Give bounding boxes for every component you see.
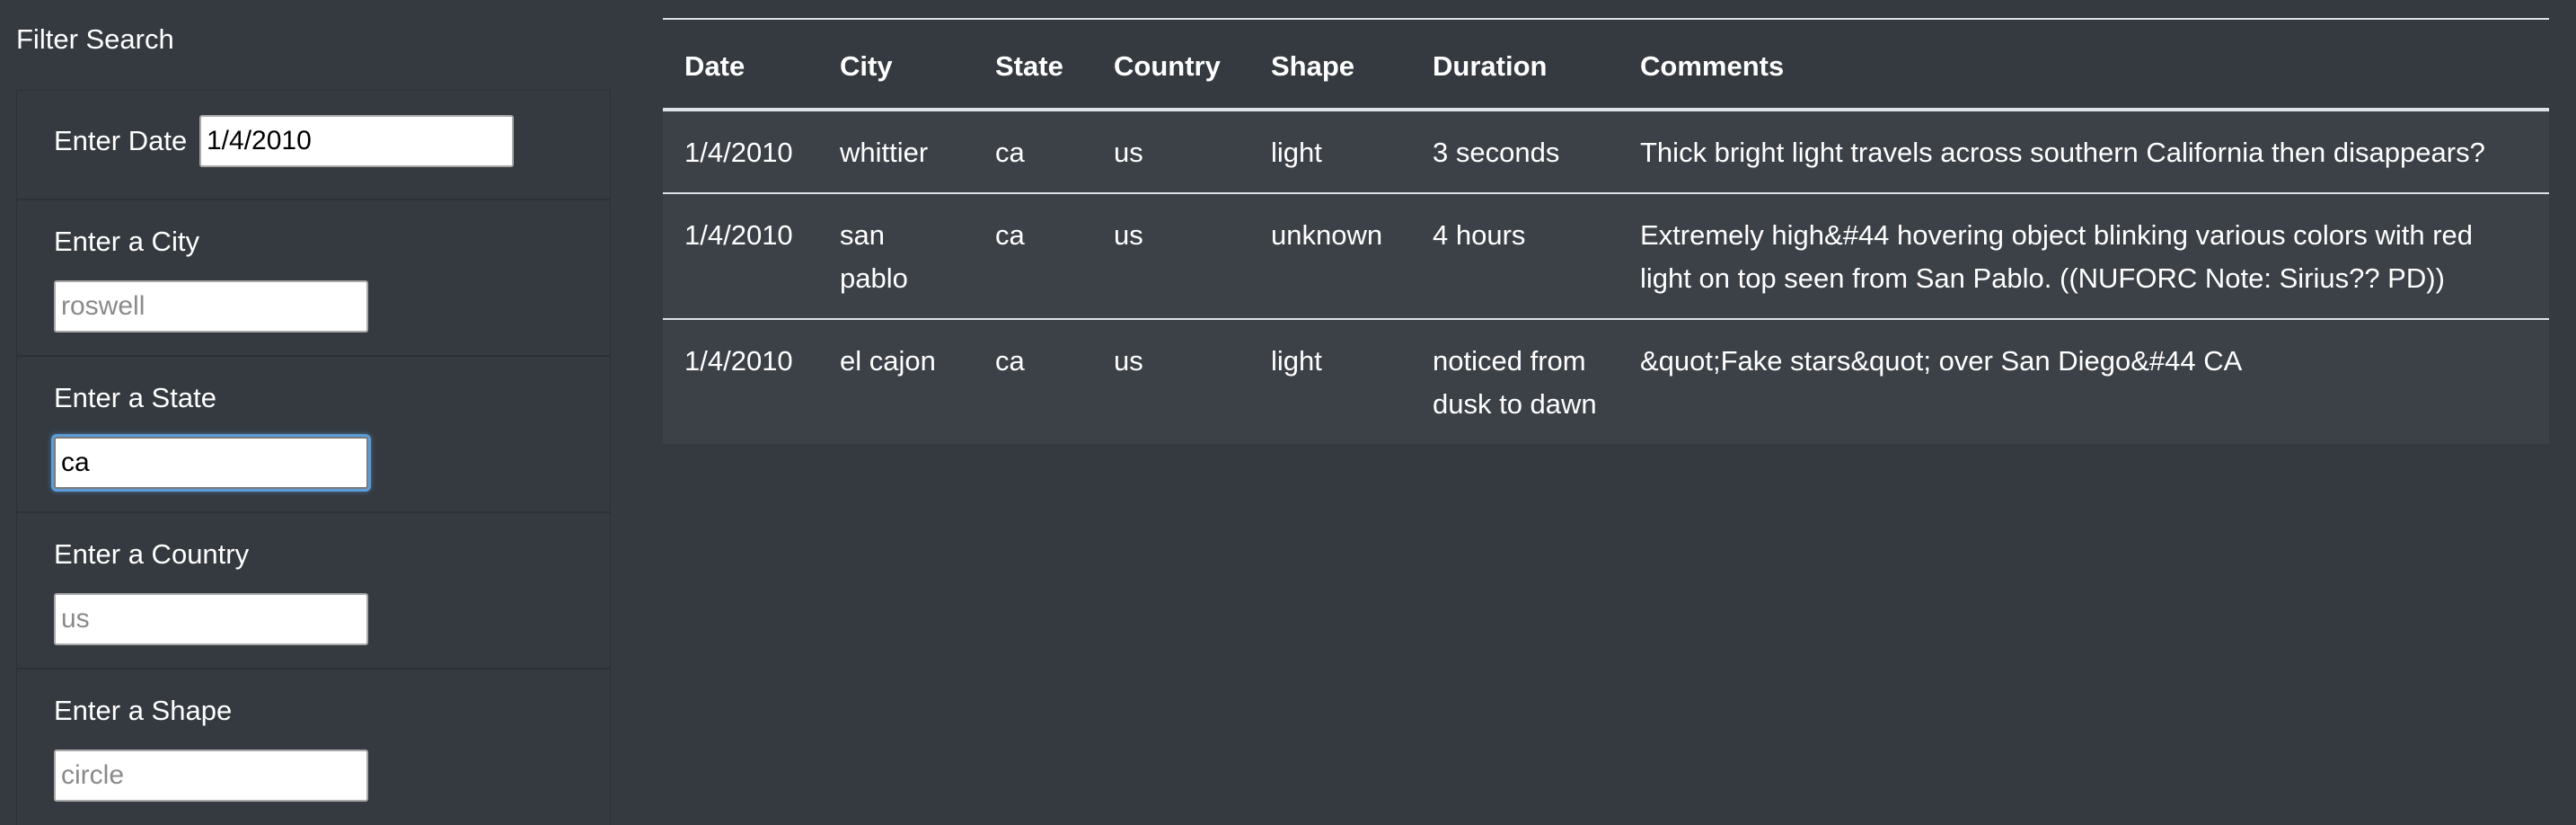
table-row: 1/4/2010 whittier ca us light 3 seconds … <box>663 110 2549 193</box>
date-input[interactable] <box>199 115 514 167</box>
results-table-container: Date City State Country Shape Duration C… <box>663 18 2549 444</box>
cell-shape: light <box>1249 110 1411 193</box>
cell-state: ca <box>974 110 1092 193</box>
header-city: City <box>818 18 974 111</box>
filter-date: Enter Date <box>17 91 610 200</box>
filter-shape: Enter a Shape <box>17 670 610 825</box>
cell-duration: 4 hours <box>1411 192 1619 319</box>
cell-country: us <box>1092 110 1249 193</box>
filter-state: Enter a State <box>17 357 610 513</box>
filter-country: Enter a Country <box>17 513 610 670</box>
cell-shape: light <box>1249 318 1411 444</box>
table-row: 1/4/2010 el cajon ca us light noticed fr… <box>663 318 2549 444</box>
header-comments: Comments <box>1619 18 2549 111</box>
header-shape: Shape <box>1249 18 1411 111</box>
cell-date: 1/4/2010 <box>663 318 818 444</box>
cell-shape: unknown <box>1249 192 1411 319</box>
cell-city: san pablo <box>818 192 974 319</box>
filter-country-label: Enter a Country <box>54 538 250 570</box>
header-country: Country <box>1092 18 1249 111</box>
filter-sidebar: Filter Search Enter Date Enter a City En… <box>0 0 629 825</box>
filter-state-label: Enter a State <box>54 382 216 413</box>
cell-country: us <box>1092 192 1249 319</box>
filter-city: Enter a City <box>17 200 610 357</box>
cell-comments: Extremely high&#44 hovering object blink… <box>1619 192 2549 319</box>
cell-comments: &quot;Fake stars&quot; over San Diego&#4… <box>1619 318 2549 444</box>
shape-input[interactable] <box>54 750 368 802</box>
filter-list: Enter Date Enter a City Enter a State En… <box>16 90 611 825</box>
cell-date: 1/4/2010 <box>663 192 818 319</box>
ufo-sightings-table: Date City State Country Shape Duration C… <box>663 18 2549 444</box>
cell-state: ca <box>974 192 1092 319</box>
table-header: Date City State Country Shape Duration C… <box>663 18 2549 111</box>
cell-city: el cajon <box>818 318 974 444</box>
sidebar-title: Filter Search <box>16 23 174 55</box>
filter-city-label: Enter a City <box>54 226 199 257</box>
header-state: State <box>974 18 1092 111</box>
cell-country: us <box>1092 318 1249 444</box>
filter-date-label: Enter Date <box>54 125 188 156</box>
cell-date: 1/4/2010 <box>663 110 818 193</box>
page: Filter Search Enter Date Enter a City En… <box>0 0 2576 825</box>
table-body: 1/4/2010 whittier ca us light 3 seconds … <box>663 110 2549 444</box>
header-duration: Duration <box>1411 18 1619 111</box>
cell-duration: 3 seconds <box>1411 110 1619 193</box>
filter-shape-label: Enter a Shape <box>54 695 233 726</box>
state-input[interactable] <box>54 437 368 489</box>
header-date: Date <box>663 18 818 111</box>
city-input[interactable] <box>54 280 368 333</box>
cell-comments: Thick bright light travels across southe… <box>1619 110 2549 193</box>
country-input[interactable] <box>54 593 368 645</box>
cell-state: ca <box>974 318 1092 444</box>
table-row: 1/4/2010 san pablo ca us unknown 4 hours… <box>663 192 2549 319</box>
table-header-row: Date City State Country Shape Duration C… <box>663 18 2549 111</box>
cell-duration: noticed from dusk to dawn <box>1411 318 1619 444</box>
cell-city: whittier <box>818 110 974 193</box>
